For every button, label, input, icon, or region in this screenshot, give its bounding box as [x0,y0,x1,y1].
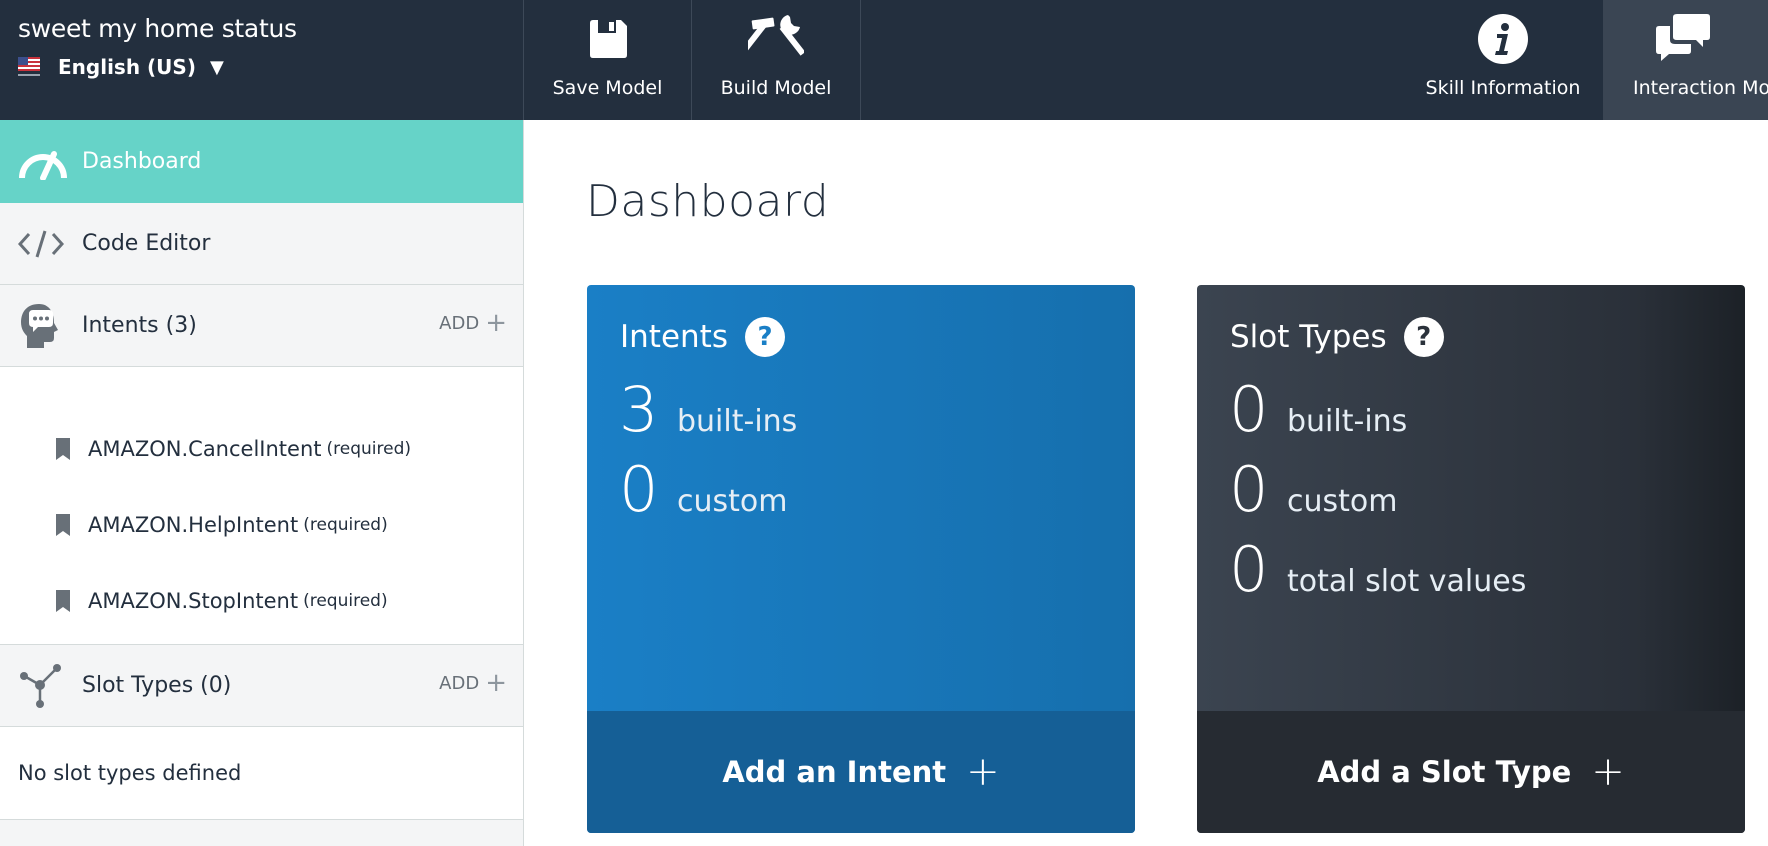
speaking-head-icon [18,301,68,351]
stat-number: 3 [619,373,659,446]
page-title: Dashboard [586,176,830,227]
stat-label: custom [677,484,788,519]
caret-down-icon: ▼ [209,56,224,78]
intents-card: Intents ? 3 built-ins 0 custom Add an In… [587,285,1135,833]
slot-types-empty-message: No slot types defined [0,727,523,820]
add-slot-type-button[interactable]: Add a Slot Type + [1197,711,1745,833]
hammer-wrench-icon [748,13,804,65]
sidebar-item-dashboard[interactable]: Dashboard [0,120,523,203]
interaction-model-button[interactable]: Interaction Moc [1603,0,1768,120]
us-flag-icon [18,57,40,77]
plus-icon: + [485,308,507,338]
stat-number: 0 [1229,533,1269,606]
bookmark-icon [56,514,70,536]
add-intent-button-label: Add an Intent [722,755,947,789]
sidebar-footer-area [0,820,523,846]
add-intent-label: ADD [439,312,480,334]
build-model-button[interactable]: Build Model [692,0,861,120]
skill-information-label: Skill Information [1425,77,1581,99]
stat-label: built-ins [1287,404,1408,439]
code-icon [18,219,68,269]
intent-item-stop[interactable]: AMAZON.StopIntent (required) [0,563,523,639]
skill-information-button[interactable]: Skill Information [1403,0,1603,120]
intent-required-note: (required) [303,515,388,535]
plus-icon: + [966,749,1000,795]
network-nodes-icon [18,661,68,711]
chat-bubbles-icon [1633,13,1733,65]
slots-builtins-stat: 0 built-ins [1229,373,1407,446]
sidebar: Dashboard Code Editor Intents (3) ADD + [0,120,524,846]
save-model-button[interactable]: Save Model [524,0,692,120]
intents-custom-stat: 0 custom [619,453,787,526]
sidebar-item-intents[interactable]: Intents (3) ADD + [0,285,523,367]
slot-types-card: Slot Types ? 0 built-ins 0 custom 0 tota… [1197,285,1745,833]
help-icon[interactable]: ? [744,317,785,357]
add-intent-button[interactable]: Add an Intent + [587,711,1135,833]
intent-required-note: (required) [303,591,388,611]
gauge-icon [18,137,68,187]
intent-name: AMAZON.CancelIntent [88,437,322,461]
sidebar-item-slot-types[interactable]: Slot Types (0) ADD + [0,645,523,727]
help-icon[interactable]: ? [1403,317,1444,357]
intent-name: AMAZON.StopIntent [88,589,299,613]
locale-selector[interactable]: English (US) ▼ [18,55,523,79]
build-model-label: Build Model [720,77,832,99]
stat-number: 0 [1229,453,1269,526]
intents-builtins-stat: 3 built-ins [619,373,797,446]
intent-list: AMAZON.CancelIntent (required) AMAZON.He… [0,367,523,645]
bookmark-icon [56,438,70,460]
stat-number: 0 [1229,373,1269,446]
top-bar: sweet my home status English (US) ▼ Save… [0,0,1768,120]
add-slot-type-button-label: Add a Slot Type [1317,755,1572,789]
skill-header: sweet my home status English (US) ▼ [0,0,524,120]
intent-item-help[interactable]: AMAZON.HelpIntent (required) [0,487,523,563]
add-slot-type-link[interactable]: ADD + [439,668,507,698]
stat-number: 0 [619,453,659,526]
sidebar-item-code-editor[interactable]: Code Editor [0,203,523,285]
interaction-model-label: Interaction Moc [1633,77,1768,99]
stat-label: built-ins [677,404,798,439]
sidebar-label-slot-types: Slot Types (0) [82,673,232,698]
sidebar-label-code-editor: Code Editor [82,231,211,256]
slots-custom-stat: 0 custom [1229,453,1397,526]
sidebar-label-dashboard: Dashboard [82,149,202,174]
add-slot-type-label: ADD [439,672,480,694]
slots-total-values-stat: 0 total slot values [1229,533,1526,606]
intent-item-cancel[interactable]: AMAZON.CancelIntent (required) [0,411,523,487]
info-icon [1477,13,1529,65]
stat-label: total slot values [1287,564,1527,599]
locale-label: English (US) [58,55,196,79]
skill-name: sweet my home status [18,14,297,43]
intent-required-note: (required) [326,439,412,459]
intent-name: AMAZON.HelpIntent [88,513,299,537]
stat-label: custom [1287,484,1398,519]
intents-card-title: Intents [620,319,728,355]
plus-icon: + [1591,749,1625,795]
floppy-disk-icon [586,13,630,65]
bookmark-icon [56,590,70,612]
plus-icon: + [485,668,507,698]
save-model-label: Save Model [552,77,663,99]
slot-types-card-title: Slot Types [1230,319,1387,355]
sidebar-label-intents: Intents (3) [82,313,197,338]
add-intent-link[interactable]: ADD + [439,308,507,338]
